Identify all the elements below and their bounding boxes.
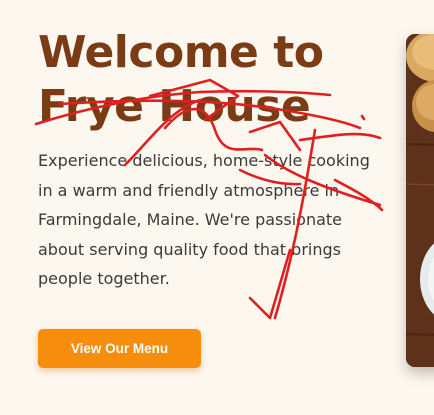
- hero-title-line2: Frye House: [38, 81, 311, 132]
- hero-title: Welcome to Frye House: [38, 26, 390, 134]
- hero-section: Welcome to Frye House Experience delicio…: [0, 0, 434, 415]
- food-photo-icon: [406, 34, 434, 367]
- hero-food-image: [406, 34, 434, 367]
- hero-description: Experience delicious, home-style cooking…: [38, 151, 370, 288]
- hero-title-line1: Welcome to: [38, 27, 324, 78]
- hero-text-block: Welcome to Frye House Experience delicio…: [38, 26, 390, 294]
- view-menu-button[interactable]: View Our Menu: [38, 329, 201, 368]
